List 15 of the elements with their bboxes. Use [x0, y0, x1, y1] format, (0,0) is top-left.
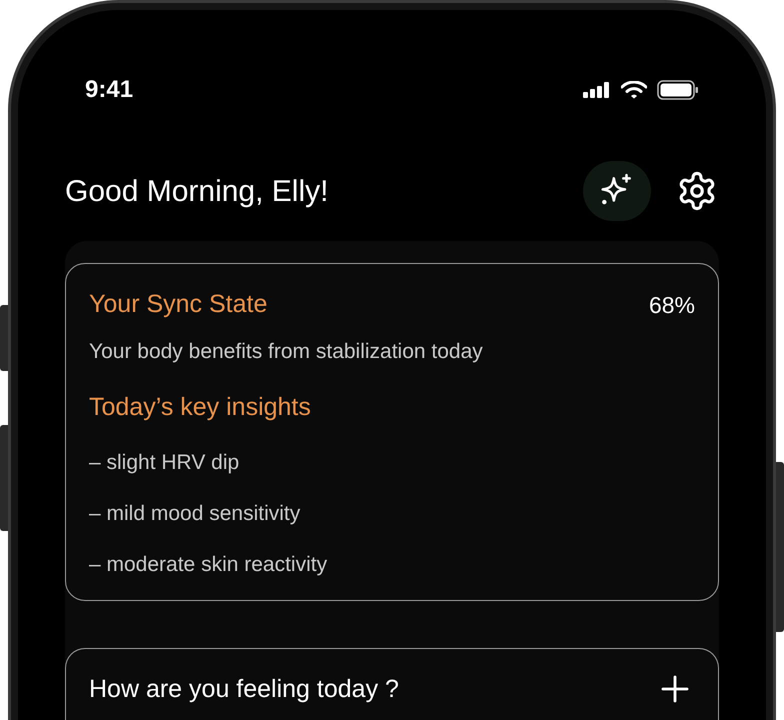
card-title: Your Sync State: [89, 289, 268, 320]
greeting: Good Morning, Elly!: [65, 174, 328, 210]
battery-icon: [657, 80, 699, 100]
insight-item: – slight HRV dip: [89, 450, 240, 476]
card-subtitle: Your body benefits from stabilization today: [89, 338, 484, 364]
wifi-icon: [621, 81, 647, 99]
sync-percent: 68%: [648, 290, 695, 320]
insights-heading: Today’s key insights: [89, 392, 312, 423]
add-button[interactable]: [659, 672, 691, 704]
insight-item: – mild mood sensitivity: [89, 500, 302, 526]
feeling-question: How are you feeling today ?: [89, 674, 399, 704]
plus-icon: [661, 674, 689, 702]
status-time: 9:41: [85, 75, 134, 105]
insight-item: – moderate skin reactivity: [89, 552, 328, 578]
signal-icon: [583, 82, 611, 98]
